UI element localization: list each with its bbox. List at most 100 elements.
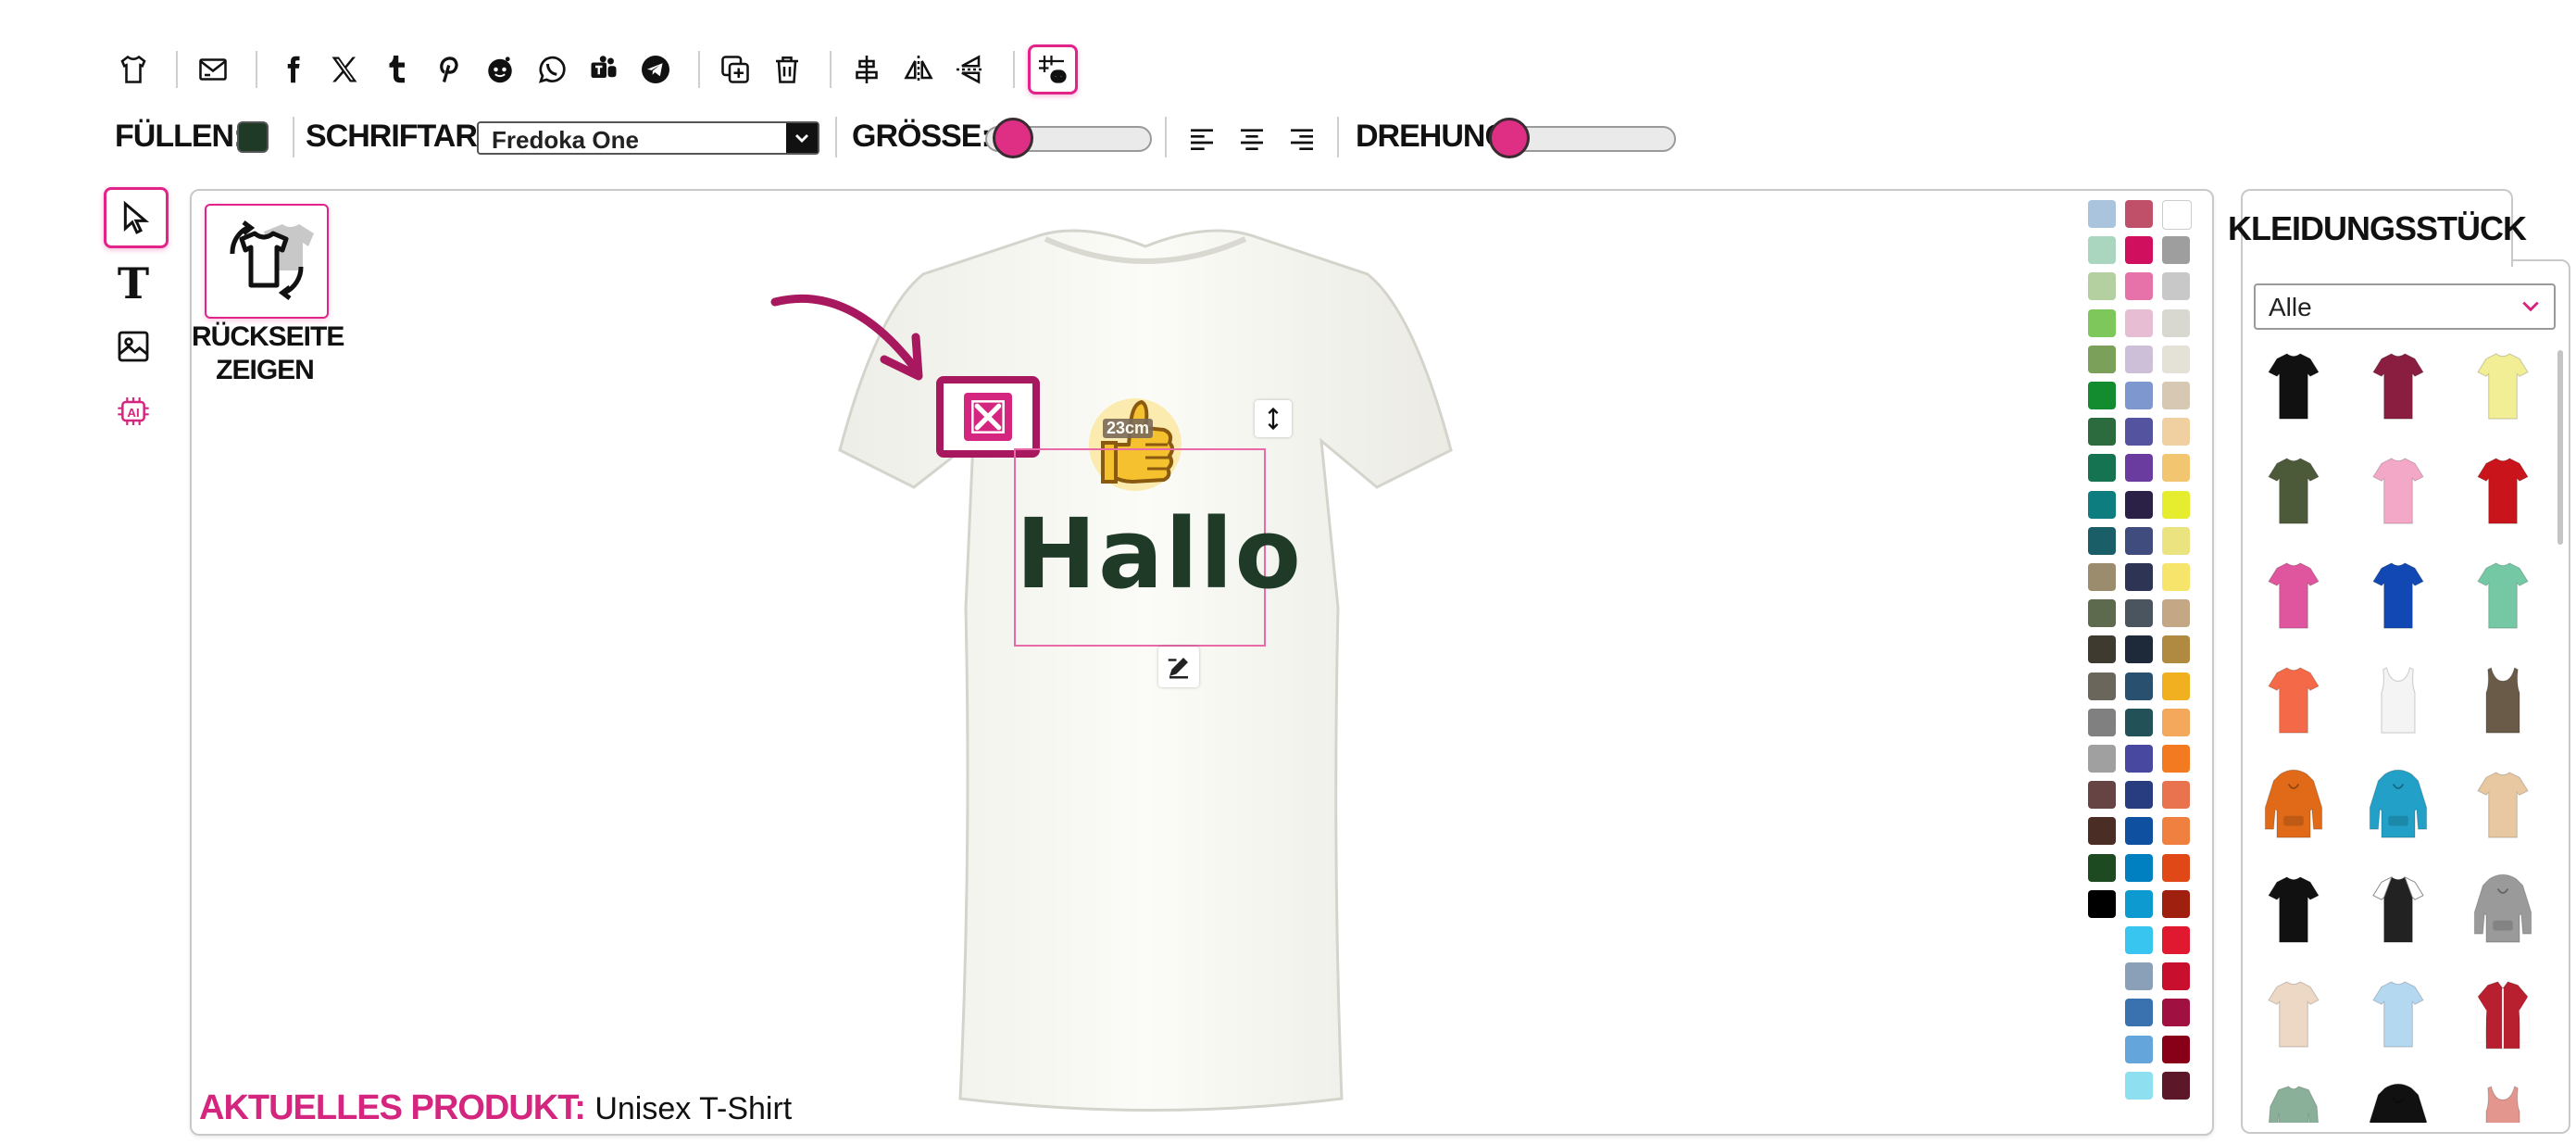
color-swatch[interactable] bbox=[2125, 200, 2153, 228]
color-swatch[interactable] bbox=[2088, 454, 2116, 483]
garment-item[interactable] bbox=[2461, 868, 2545, 951]
garment-list-scrollbar[interactable] bbox=[2557, 350, 2563, 545]
color-swatch[interactable] bbox=[2162, 635, 2190, 664]
color-swatch[interactable] bbox=[2162, 962, 2190, 991]
resize-handle[interactable] bbox=[1255, 400, 1292, 437]
color-swatch[interactable] bbox=[2088, 345, 2116, 373]
design-canvas[interactable]: RÜCKSEITE ZEIGEN 23cm Hallo AKTUELLES PR… bbox=[190, 189, 2214, 1136]
color-swatch[interactable] bbox=[2162, 200, 2192, 230]
garment-item[interactable] bbox=[2252, 973, 2335, 1056]
color-swatch[interactable] bbox=[2088, 200, 2116, 228]
color-swatch[interactable] bbox=[2088, 708, 2116, 736]
color-swatch[interactable] bbox=[2088, 308, 2116, 337]
color-swatch[interactable] bbox=[2088, 781, 2116, 810]
color-swatch[interactable] bbox=[2125, 926, 2153, 954]
garment-item[interactable] bbox=[2461, 1077, 2545, 1123]
color-swatch[interactable] bbox=[2125, 708, 2153, 736]
garment-item[interactable] bbox=[2461, 554, 2545, 637]
garment-item[interactable] bbox=[2252, 1077, 2335, 1123]
select-tool[interactable] bbox=[104, 187, 169, 248]
reddit-icon[interactable] bbox=[478, 47, 522, 92]
color-swatch[interactable] bbox=[2162, 926, 2190, 954]
color-swatch[interactable] bbox=[2162, 382, 2190, 409]
color-swatch[interactable] bbox=[2162, 1071, 2190, 1100]
color-swatch[interactable] bbox=[2088, 635, 2116, 664]
color-swatch[interactable] bbox=[2125, 672, 2153, 700]
garment-item[interactable] bbox=[2252, 345, 2335, 428]
color-swatch[interactable] bbox=[2125, 1035, 2153, 1063]
color-swatch[interactable] bbox=[2088, 490, 2116, 519]
color-swatch[interactable] bbox=[2162, 490, 2190, 519]
telegram-icon[interactable] bbox=[633, 47, 678, 92]
color-swatch[interactable] bbox=[2088, 382, 2116, 409]
garment-item[interactable] bbox=[2252, 763, 2335, 847]
whatsapp-icon[interactable] bbox=[530, 47, 574, 92]
font-select[interactable]: Fredoka One bbox=[477, 121, 819, 155]
x-icon[interactable] bbox=[322, 47, 367, 92]
color-swatch[interactable] bbox=[2088, 853, 2116, 882]
color-swatch[interactable] bbox=[2162, 272, 2190, 301]
color-swatch[interactable] bbox=[2162, 563, 2190, 591]
color-swatch[interactable] bbox=[2125, 999, 2153, 1027]
color-swatch[interactable] bbox=[2162, 236, 2190, 265]
color-swatch[interactable] bbox=[2125, 345, 2153, 373]
color-swatch[interactable] bbox=[2088, 563, 2116, 591]
edit-handle[interactable] bbox=[1158, 647, 1199, 687]
design-text[interactable]: Hallo bbox=[1016, 506, 1301, 602]
color-swatch[interactable] bbox=[2125, 599, 2153, 628]
garment-item[interactable] bbox=[2357, 973, 2440, 1056]
color-swatch[interactable] bbox=[2125, 1071, 2153, 1100]
ai-tool[interactable]: AI bbox=[104, 383, 163, 439]
duplicate-icon[interactable] bbox=[713, 47, 757, 92]
flip-vertical-icon[interactable] bbox=[948, 47, 993, 92]
color-swatch[interactable] bbox=[2162, 1035, 2190, 1063]
envelope-icon[interactable] bbox=[191, 47, 235, 92]
color-swatch[interactable] bbox=[2162, 745, 2190, 773]
color-swatch[interactable] bbox=[2088, 817, 2116, 846]
color-swatch[interactable] bbox=[2125, 745, 2153, 773]
rotation-slider-knob[interactable] bbox=[1489, 118, 1530, 158]
pinterest-icon[interactable] bbox=[426, 47, 470, 92]
color-swatch[interactable] bbox=[2088, 672, 2116, 700]
facebook-icon[interactable] bbox=[270, 47, 315, 92]
garment-item[interactable] bbox=[2357, 449, 2440, 533]
color-swatch[interactable] bbox=[2088, 599, 2116, 628]
image-tool[interactable] bbox=[104, 319, 163, 374]
garment-item[interactable] bbox=[2252, 554, 2335, 637]
show-back-button[interactable] bbox=[205, 204, 329, 319]
garment-item[interactable] bbox=[2357, 763, 2440, 847]
color-swatch[interactable] bbox=[2125, 817, 2153, 846]
color-swatch[interactable] bbox=[2162, 454, 2190, 483]
color-swatch[interactable] bbox=[2162, 708, 2190, 736]
color-swatch[interactable] bbox=[2162, 418, 2190, 446]
garment-item[interactable] bbox=[2357, 659, 2440, 742]
color-swatch[interactable] bbox=[2125, 526, 2153, 555]
color-swatch[interactable] bbox=[2125, 382, 2153, 409]
color-swatch[interactable] bbox=[2125, 781, 2153, 810]
color-swatch[interactable] bbox=[2125, 635, 2153, 664]
color-swatch[interactable] bbox=[2162, 345, 2190, 373]
garment-tab[interactable]: KLEIDUNGSSTÜCK bbox=[2228, 189, 2527, 267]
color-swatch[interactable] bbox=[2125, 490, 2153, 519]
color-swatch[interactable] bbox=[2162, 672, 2190, 700]
color-swatch[interactable] bbox=[2125, 563, 2153, 591]
color-swatch[interactable] bbox=[2125, 236, 2153, 265]
align-center-icon[interactable] bbox=[844, 47, 889, 92]
color-swatch[interactable] bbox=[2162, 817, 2190, 846]
tshirt-icon[interactable] bbox=[111, 47, 156, 92]
color-swatch[interactable] bbox=[2088, 418, 2116, 446]
garment-item[interactable] bbox=[2357, 345, 2440, 428]
color-swatch[interactable] bbox=[2125, 853, 2153, 882]
align-left-icon[interactable] bbox=[1187, 124, 1217, 154]
color-swatch[interactable] bbox=[2088, 526, 2116, 555]
color-swatch[interactable] bbox=[2125, 889, 2153, 918]
color-swatch[interactable] bbox=[2162, 308, 2190, 337]
align-right-icon[interactable] bbox=[1287, 124, 1317, 154]
garment-item[interactable] bbox=[2252, 868, 2335, 951]
color-swatch[interactable] bbox=[2162, 781, 2190, 810]
color-swatch[interactable] bbox=[2125, 308, 2153, 337]
garment-item[interactable] bbox=[2357, 554, 2440, 637]
fill-color-swatch[interactable] bbox=[237, 121, 269, 153]
color-swatch[interactable] bbox=[2162, 526, 2190, 555]
teams-icon[interactable] bbox=[581, 47, 626, 92]
